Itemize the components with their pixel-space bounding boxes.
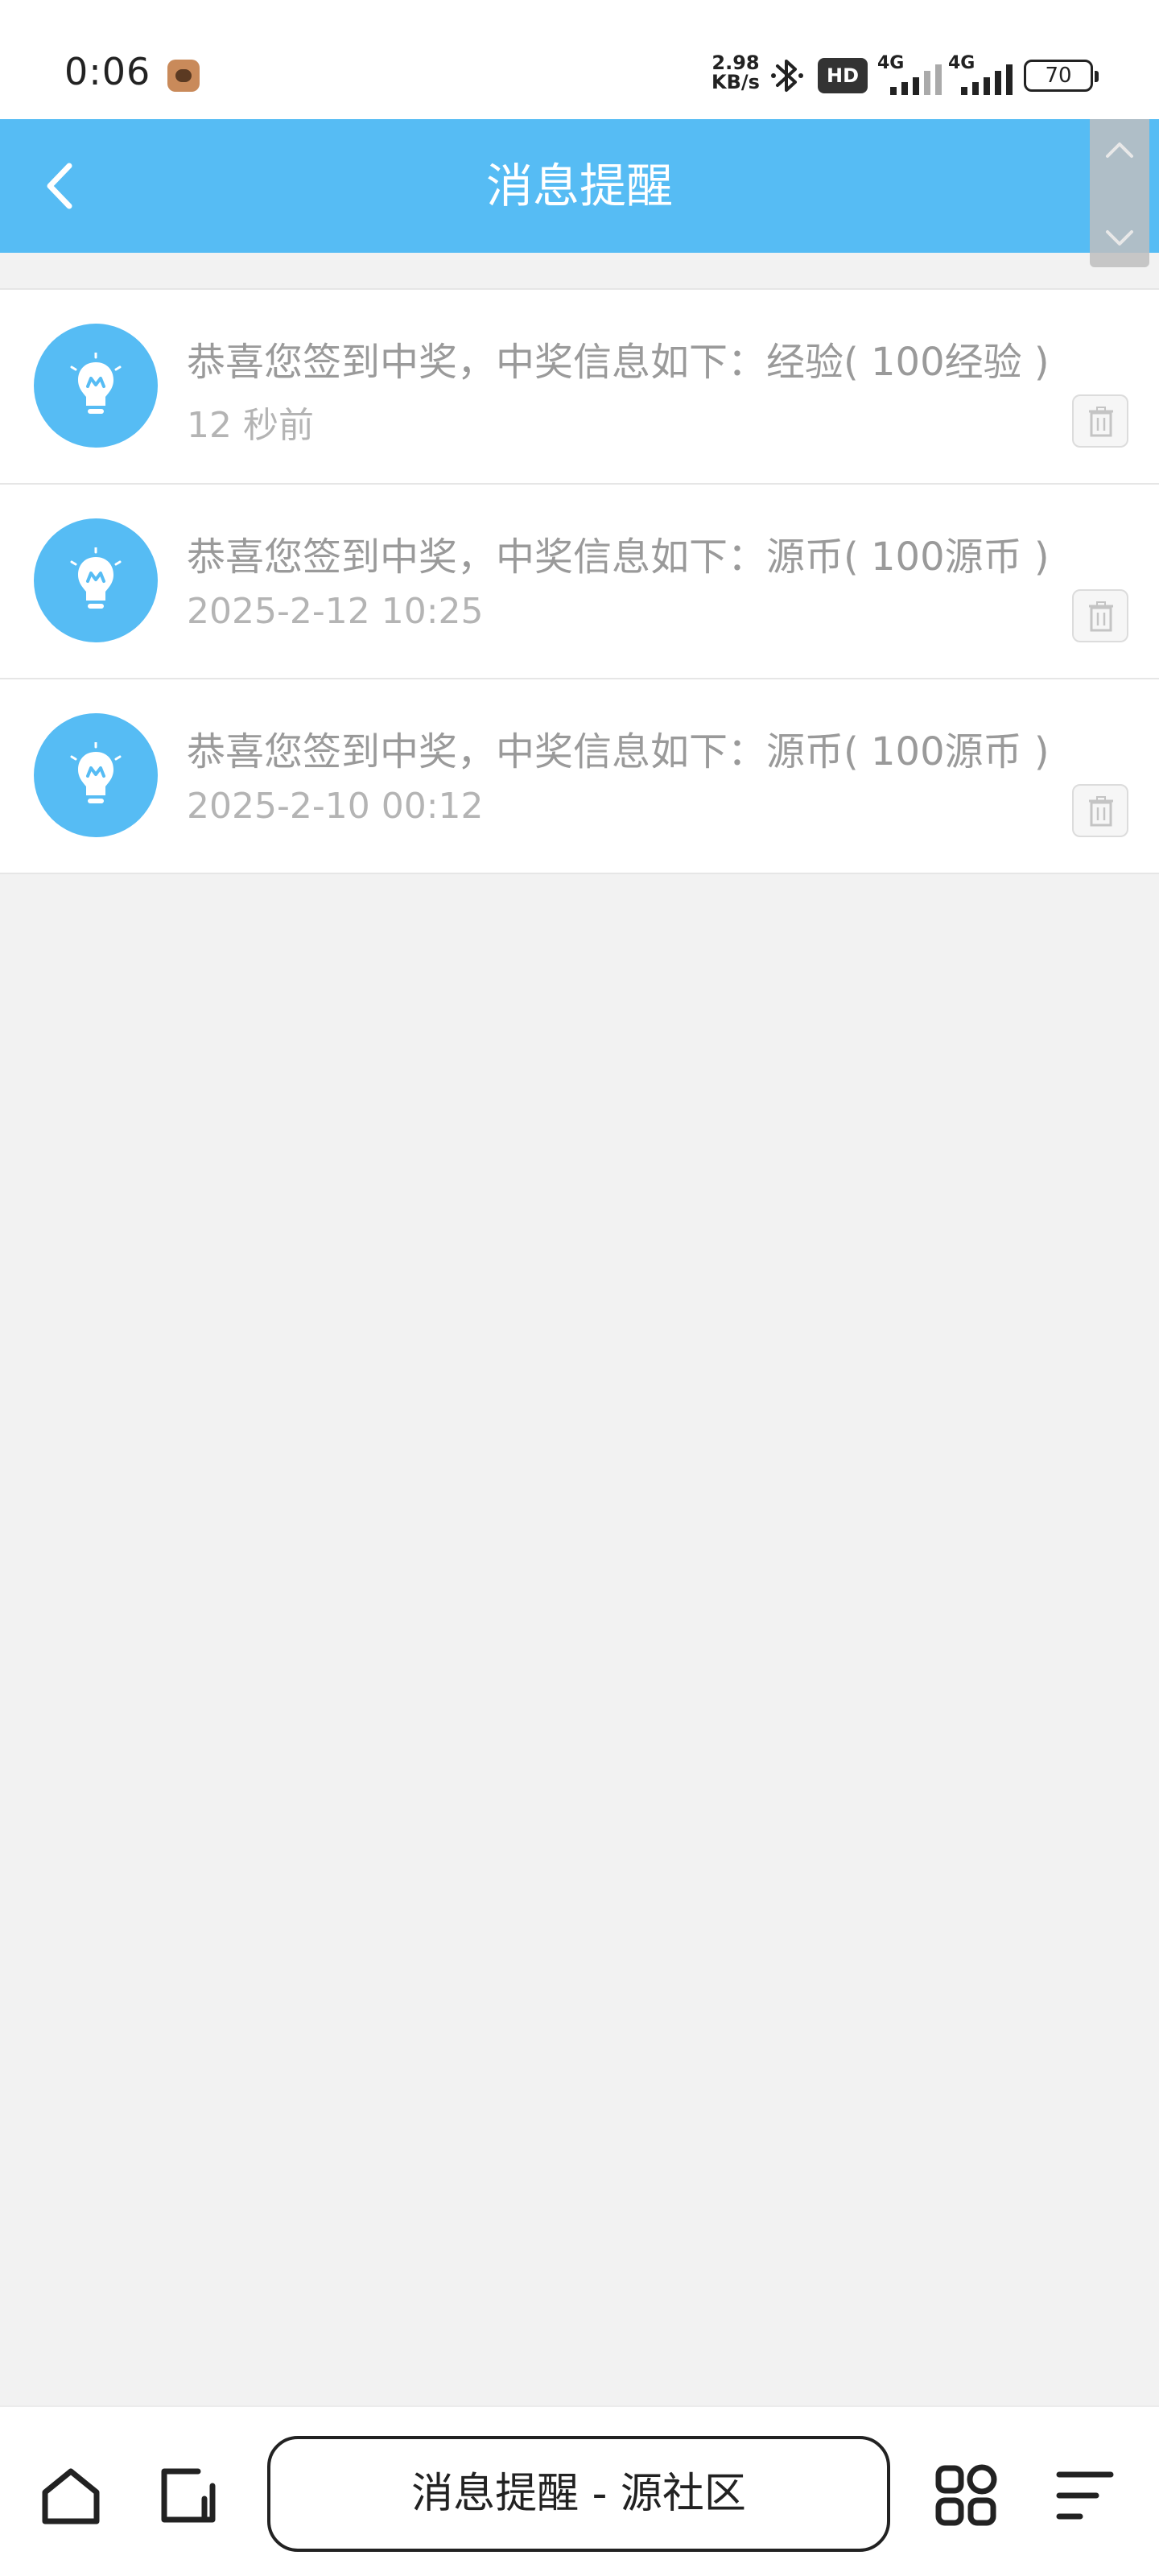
- avatar: [34, 518, 158, 642]
- scroll-up-icon[interactable]: [1103, 134, 1136, 167]
- signal-bars-icon: [961, 64, 1013, 95]
- signal-1: 4G: [877, 53, 945, 95]
- trash-icon: [1089, 407, 1113, 437]
- battery-indicator: 70: [1024, 60, 1099, 92]
- avatar: [34, 713, 158, 837]
- network-speed: 2.98 KB/s: [710, 53, 761, 92]
- message-list: 恭喜您签到中奖，中奖信息如下：经验( 100经验 ) 12 秒前 恭喜您签到中奖…: [0, 288, 1159, 874]
- home-icon[interactable]: [37, 2462, 105, 2529]
- network-speed-value: 2.98: [711, 52, 760, 74]
- message-time: 2025-2-12 10:25: [187, 591, 484, 632]
- app-header: 消息提醒: [0, 119, 1159, 253]
- list-item[interactable]: 恭喜您签到中奖，中奖信息如下：源币( 100源币 ) 2025-2-12 10:…: [0, 485, 1159, 679]
- trash-icon: [1089, 796, 1113, 827]
- tabs-icon[interactable]: [155, 2462, 222, 2529]
- lightbulb-icon: [70, 547, 122, 609]
- delete-button[interactable]: [1072, 784, 1128, 837]
- hd-voice-badge: HD: [818, 58, 868, 93]
- network-speed-unit: KB/s: [711, 71, 760, 93]
- lightbulb-icon: [70, 353, 122, 414]
- bluetooth-icon: [771, 60, 803, 92]
- scroll-down-icon[interactable]: [1103, 221, 1136, 254]
- message-text: 恭喜您签到中奖，中奖信息如下：源币( 100源币 ): [187, 729, 1050, 774]
- message-text: 恭喜您签到中奖，中奖信息如下：经验( 100经验 ): [187, 340, 1050, 385]
- status-bar: 0:06 2.98 KB/s HD 4G 4G 70: [0, 0, 1159, 119]
- message-time: 2025-2-10 00:12: [187, 786, 484, 827]
- avatar: [34, 324, 158, 448]
- page-title: 消息提醒: [485, 159, 673, 213]
- scroll-widget: [1090, 119, 1149, 267]
- browser-bottom-bar: 消息提醒 - 源社区: [0, 2405, 1159, 2576]
- menu-icon[interactable]: [1051, 2462, 1119, 2529]
- message-time: 12 秒前: [187, 405, 314, 446]
- signal-2: 4G: [948, 53, 1016, 95]
- list-item[interactable]: 恭喜您签到中奖，中奖信息如下：源币( 100源币 ) 2025-2-10 00:…: [0, 679, 1159, 874]
- message-text: 恭喜您签到中奖，中奖信息如下：源币( 100源币 ): [187, 535, 1050, 580]
- app-notification-icon: [167, 60, 200, 92]
- lightbulb-icon: [70, 742, 122, 803]
- status-time: 0:06: [64, 50, 151, 93]
- back-button[interactable]: [32, 151, 89, 221]
- signal-bars-icon: [890, 64, 942, 95]
- trash-icon: [1089, 601, 1113, 632]
- address-bar[interactable]: 消息提醒 - 源社区: [267, 2436, 890, 2552]
- delete-button[interactable]: [1072, 589, 1128, 642]
- list-item[interactable]: 恭喜您签到中奖，中奖信息如下：经验( 100经验 ) 12 秒前: [0, 290, 1159, 485]
- apps-grid-icon[interactable]: [932, 2462, 1000, 2529]
- delete-button[interactable]: [1072, 394, 1128, 448]
